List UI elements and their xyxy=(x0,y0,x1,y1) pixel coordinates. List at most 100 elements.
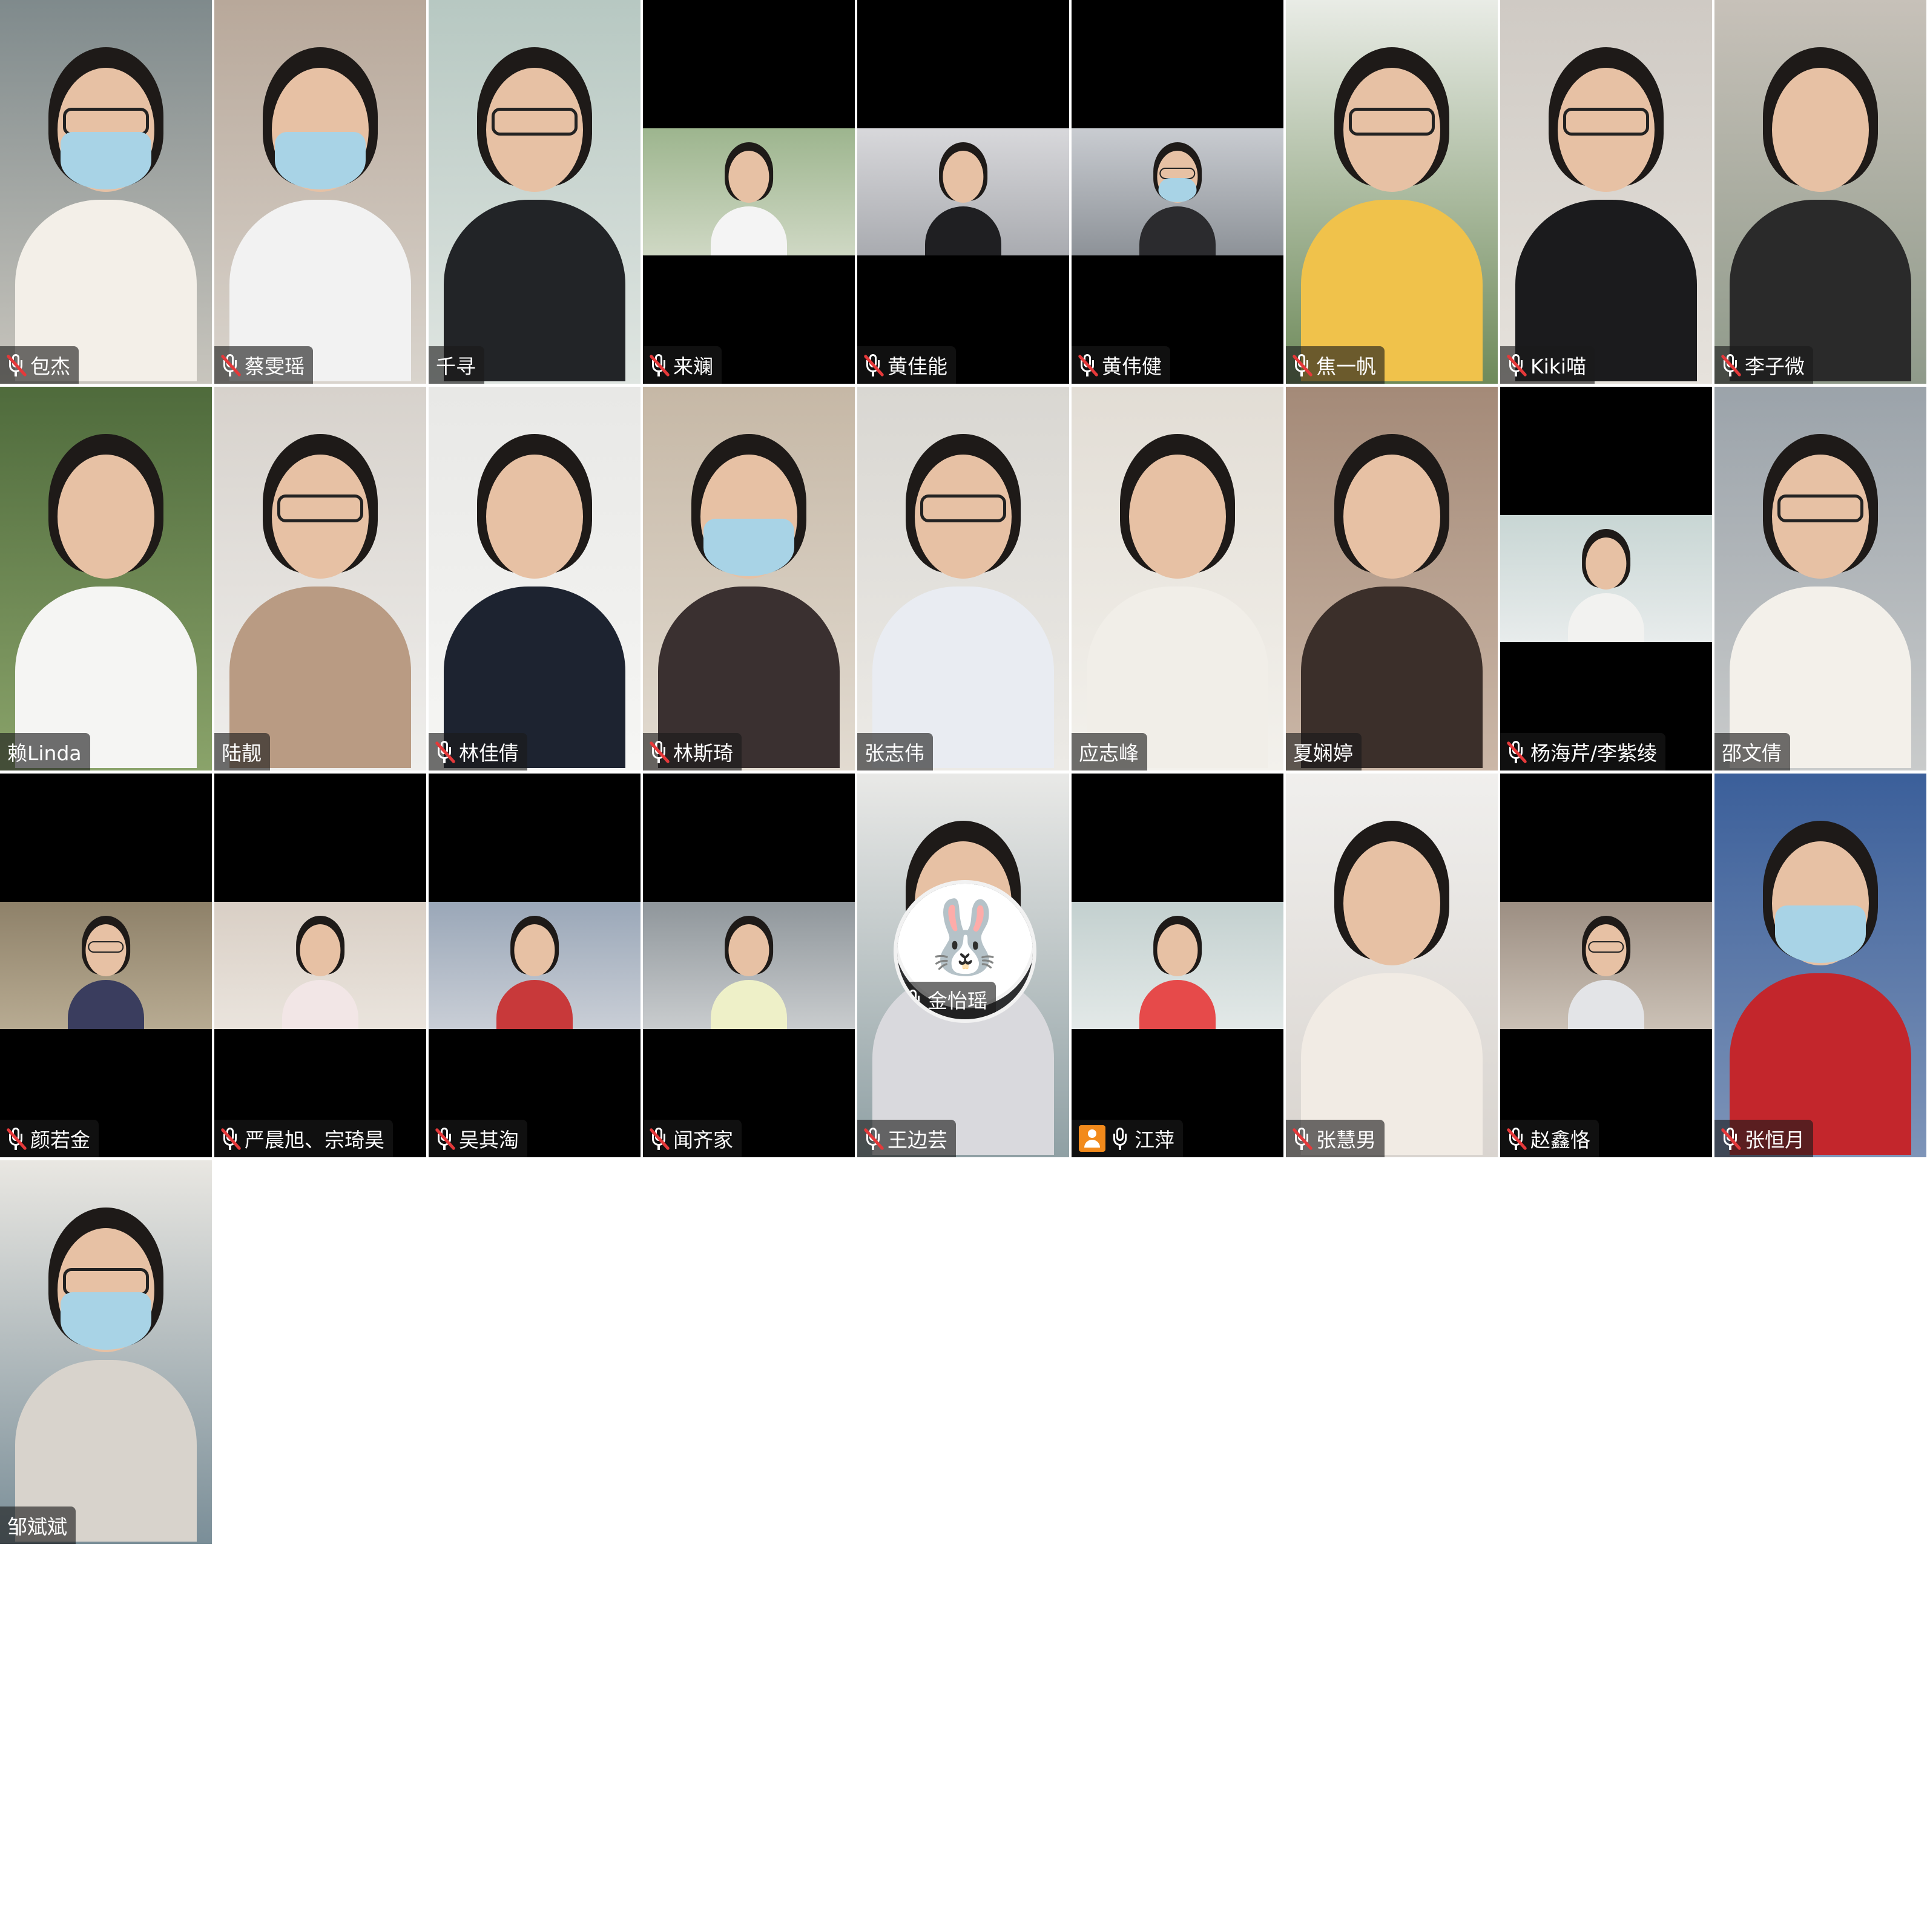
participant-tile-33[interactable]: 邵文倩 xyxy=(1714,387,1926,770)
participant-name-bar: 颜若金 xyxy=(0,1120,99,1157)
participant-name: 张恒月 xyxy=(1745,1128,1805,1152)
mic-muted-icon xyxy=(220,353,242,377)
mic-muted-icon xyxy=(220,1126,242,1151)
mic-muted-icon xyxy=(1292,353,1313,377)
participant-tile-13[interactable]: 黄伟健 xyxy=(1072,0,1283,384)
video-feed xyxy=(214,387,426,770)
video-feed xyxy=(429,0,641,384)
participant-tile-38[interactable]: 闻齐家 xyxy=(643,774,855,1157)
participant-tile-32[interactable]: 杨海芹/李紫绫 xyxy=(1500,387,1712,770)
mic-muted-icon xyxy=(435,1126,456,1151)
participant-name: Kiki喵 xyxy=(1530,355,1587,378)
participant-tile-34[interactable]: 颜若金 xyxy=(0,774,212,1157)
avatar-glyph: 🐰 xyxy=(920,895,1010,979)
participant-tile-44[interactable]: 张恒月 xyxy=(1714,774,1926,1157)
participant-name-bar: 闻齐家 xyxy=(643,1120,742,1157)
video-feed xyxy=(1072,902,1283,1029)
participant-name: 林斯琦 xyxy=(673,741,733,765)
participant-name: 赖Linda xyxy=(7,741,82,765)
mic-muted-icon xyxy=(6,1126,27,1151)
video-feed xyxy=(643,902,855,1029)
participant-name: 黄佳能 xyxy=(888,355,947,378)
participant-name-bar: 黄佳能 xyxy=(857,346,956,384)
participant-name-bar: 千寻 xyxy=(429,346,484,384)
participant-tile-22[interactable]: 陆靓 xyxy=(214,387,426,770)
participant-tile-15[interactable]: 焦一帆 xyxy=(1286,0,1498,384)
participant-name: 张慧男 xyxy=(1316,1128,1376,1152)
mic-muted-icon xyxy=(1721,1126,1742,1151)
mic-muted-icon xyxy=(1506,740,1527,764)
participant-tile-41[interactable]: 🐰 金怡瑶 xyxy=(894,880,1036,1023)
video-feed xyxy=(1286,0,1498,384)
video-feed xyxy=(1714,0,1926,384)
mic-icon xyxy=(1112,1126,1128,1151)
user-icon xyxy=(1079,1125,1105,1152)
mic-muted-icon xyxy=(6,353,27,377)
participant-gallery: 包杰🐵程程大王蔡雯瑶🚶蔡国伟🧑丁夏迎👩傅军千寻来斓🐱杨怡平黄佳能👤2022-机动… xyxy=(0,0,1926,1931)
video-feed xyxy=(429,902,641,1029)
participant-tile-35[interactable]: 严晨旭、宗琦昊 xyxy=(214,774,426,1157)
participant-name-bar: 包杰 xyxy=(0,346,79,384)
participant-name-bar: 陆靓 xyxy=(214,733,270,770)
participant-name: 赵鑫恪 xyxy=(1530,1128,1590,1152)
participant-name-bar: 邵文倩 xyxy=(1714,733,1790,770)
participant-tile-7[interactable]: 千寻 xyxy=(429,0,641,384)
video-feed xyxy=(1500,0,1712,384)
participant-name: 陆靓 xyxy=(222,741,262,765)
mic-muted-icon xyxy=(649,740,670,764)
video-feed xyxy=(214,0,426,384)
participant-name-bar: 王边芸 xyxy=(857,1120,956,1157)
participant-tile-31[interactable]: 夏娴婷 xyxy=(1286,387,1498,770)
video-feed xyxy=(429,387,641,770)
video-feed xyxy=(857,387,1069,770)
mic-muted-icon xyxy=(435,740,456,764)
participant-tile-21[interactable]: 赖Linda xyxy=(0,387,212,770)
participant-tile-8[interactable]: 来斓 xyxy=(643,0,855,384)
participant-tile-45[interactable]: 邹斌斌 xyxy=(0,1160,212,1544)
participant-tile-1[interactable]: 包杰 xyxy=(0,0,212,384)
participant-name-bar: 来斓 xyxy=(643,346,722,384)
participant-name-bar: 黄伟健 xyxy=(1072,346,1170,384)
participant-name-bar: 夏娴婷 xyxy=(1286,733,1362,770)
participant-tile-19[interactable]: Kiki喵 xyxy=(1500,0,1712,384)
video-feed xyxy=(857,128,1069,255)
video-feed xyxy=(0,0,212,384)
mic-muted-icon xyxy=(649,353,670,377)
participant-name-bar: 杨海芹/李紫绫 xyxy=(1500,733,1666,770)
video-feed xyxy=(1072,128,1283,255)
participant-name: 杨海芹/李紫绫 xyxy=(1530,741,1658,765)
participant-tile-37[interactable]: 吴其淘 xyxy=(429,774,641,1157)
mic-muted-icon xyxy=(1506,1126,1527,1151)
participant-name-bar: 赵鑫恪 xyxy=(1500,1120,1599,1157)
video-feed xyxy=(1286,774,1498,1157)
participant-tile-42[interactable]: 张慧男 xyxy=(1286,774,1498,1157)
video-feed xyxy=(1500,515,1712,642)
participant-name-bar: Kiki喵 xyxy=(1500,346,1595,384)
participant-name: 夏娴婷 xyxy=(1293,741,1353,765)
participant-name: 江萍 xyxy=(1135,1128,1174,1152)
participant-tile-3[interactable]: 蔡雯瑶 xyxy=(214,0,426,384)
video-feed xyxy=(0,902,212,1029)
participant-tile-43[interactable]: 赵鑫恪 xyxy=(1500,774,1712,1157)
participant-name-bar: 严晨旭、宗琦昊 xyxy=(214,1120,393,1157)
participant-name-bar: 林佳倩 xyxy=(429,733,527,770)
participant-tile-20[interactable]: 李子微 xyxy=(1714,0,1926,384)
participant-name: 严晨旭、宗琦昊 xyxy=(245,1128,384,1152)
participant-tile-27[interactable]: 应志峰 xyxy=(1072,387,1283,770)
participant-tile-40[interactable]: 江萍 xyxy=(1072,774,1283,1157)
participant-name-bar: 张慧男 xyxy=(1286,1120,1385,1157)
participant-name-bar: 焦一帆 xyxy=(1286,346,1385,384)
participant-name: 闻齐家 xyxy=(673,1128,733,1152)
participant-name: 千寻 xyxy=(436,355,476,378)
mic-muted-icon xyxy=(1292,1126,1313,1151)
participant-name: 吴其淘 xyxy=(459,1128,519,1152)
participant-tile-10[interactable]: 黄佳能 xyxy=(857,0,1069,384)
participant-tile-23[interactable]: 林佳倩 xyxy=(429,387,641,770)
participant-tile-24[interactable]: 林斯琦 xyxy=(643,387,855,770)
video-feed xyxy=(0,1160,212,1544)
participant-tile-25[interactable]: 张志伟 xyxy=(857,387,1069,770)
participant-name: 王边芸 xyxy=(888,1128,947,1152)
participant-name-bar: 江萍 xyxy=(1072,1120,1183,1157)
participant-name-bar: 应志峰 xyxy=(1072,733,1147,770)
mic-muted-icon xyxy=(1721,353,1742,377)
